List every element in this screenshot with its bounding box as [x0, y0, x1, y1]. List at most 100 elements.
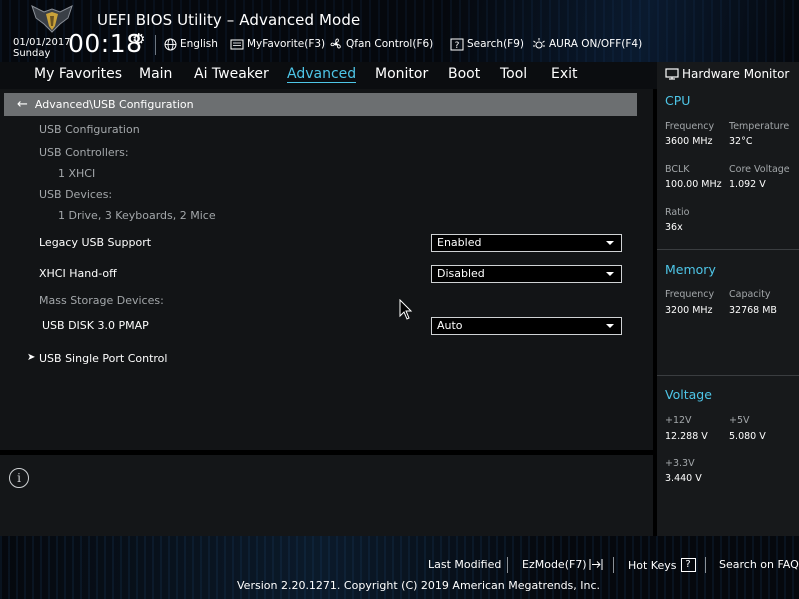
- aura-light-icon: [533, 38, 545, 49]
- search-help-icon: ?: [450, 38, 464, 51]
- version-text: Version 2.20.1271. Copyright (C) 2019 Am…: [237, 579, 601, 592]
- v5-label: +5V: [729, 415, 750, 426]
- hw-divider: [657, 249, 799, 250]
- search-label: Search(F9): [467, 38, 524, 50]
- usb-devices-label: USB Devices:: [39, 188, 113, 201]
- myfavorite-button[interactable]: MyFavorite(F3): [230, 35, 325, 53]
- back-arrow-icon[interactable]: ←: [17, 97, 28, 112]
- xhci-handoff-label[interactable]: XHCI Hand-off: [39, 267, 117, 280]
- search-faq-label: Search on FAQ: [719, 558, 799, 571]
- last-modified-label: Last Modified: [428, 558, 502, 571]
- language-label: English: [180, 38, 218, 50]
- chevron-down-icon: [606, 324, 614, 328]
- svg-text:?: ?: [455, 41, 460, 51]
- ezmode-label: EzMode(F7): [522, 558, 587, 571]
- tab-monitor[interactable]: Monitor: [375, 66, 428, 82]
- qfan-label: Qfan Control(F6): [346, 38, 434, 50]
- memory-capacity-label: Capacity: [729, 289, 771, 300]
- header-divider: [155, 35, 156, 55]
- hot-keys-button[interactable]: Hot Keys ?: [628, 558, 696, 572]
- voltage-heading: Voltage: [665, 387, 712, 402]
- breadcrumb-path: Advanced\USB Configuration: [34, 98, 194, 111]
- usb-disk-value: Auto: [437, 319, 463, 332]
- chevron-down-icon: [606, 241, 614, 245]
- aura-toggle-button[interactable]: AURA ON/OFF(F4): [532, 35, 642, 53]
- usb-controllers-value: 1 XHCI: [58, 167, 96, 180]
- hardware-monitor-title: Hardware Monitor: [665, 67, 789, 81]
- usb-single-port-control-link[interactable]: USB Single Port Control: [39, 352, 167, 365]
- info-icon: i: [9, 468, 29, 488]
- cpu-frequency-value: 3600 MHz: [665, 136, 713, 147]
- ezmode-button[interactable]: EzMode(F7): [522, 558, 603, 571]
- tab-advanced[interactable]: Advanced: [287, 66, 357, 83]
- v12-value: 12.288 V: [665, 431, 708, 442]
- breadcrumb[interactable]: ← Advanced\USB Configuration: [4, 93, 637, 116]
- footer-divider: [507, 557, 508, 573]
- usb-disk-select[interactable]: Auto: [431, 317, 622, 335]
- aura-label: AURA ON/OFF(F4): [549, 38, 643, 50]
- hardware-monitor-title-text: Hardware Monitor: [682, 67, 790, 81]
- tab-my-favorites[interactable]: My Favorites: [34, 66, 122, 82]
- tab-ai-tweaker[interactable]: Ai Tweaker: [194, 66, 269, 82]
- cpu-temperature-value: 32°C: [729, 136, 753, 147]
- fan-icon: [330, 38, 341, 49]
- usb-disk-label[interactable]: USB DISK 3.0 PMAP: [42, 319, 149, 332]
- mass-storage-label: Mass Storage Devices:: [39, 294, 164, 307]
- hw-divider: [657, 375, 799, 376]
- search-faq-button[interactable]: Search on FAQ: [719, 558, 799, 571]
- ratio-label: Ratio: [665, 207, 690, 218]
- core-voltage-value: 1.092 V: [729, 179, 766, 190]
- xhci-handoff-value: Disabled: [437, 267, 485, 280]
- core-voltage-label: Core Voltage: [729, 164, 790, 175]
- v5-value: 5.080 V: [729, 431, 766, 442]
- day-display: Sunday: [13, 48, 51, 59]
- legacy-usb-support-label[interactable]: Legacy USB Support: [39, 236, 151, 249]
- chevron-down-icon: [606, 272, 614, 276]
- help-info-panel: i: [0, 455, 653, 536]
- memory-heading: Memory: [665, 262, 716, 277]
- cpu-heading: CPU: [665, 93, 691, 108]
- language-button[interactable]: English: [164, 35, 218, 53]
- app-title: UEFI BIOS Utility – Advanced Mode: [97, 11, 361, 29]
- last-modified-button[interactable]: Last Modified: [428, 558, 501, 571]
- footer-divider: [705, 557, 706, 573]
- hot-keys-question-icon: ?: [680, 558, 696, 572]
- legacy-usb-support-value: Enabled: [437, 236, 482, 249]
- memory-capacity-value: 32768 MB: [729, 305, 777, 316]
- favorite-folder-icon: [230, 39, 244, 50]
- memory-frequency-label: Frequency: [665, 289, 715, 300]
- tab-tool[interactable]: Tool: [500, 66, 527, 82]
- main-panel: ← Advanced\USB Configuration USB Configu…: [0, 89, 653, 450]
- clock-settings-gear-icon[interactable]: ⚙: [132, 30, 145, 48]
- monitor-icon: [665, 68, 679, 80]
- search-button[interactable]: ? Search(F9): [450, 35, 524, 53]
- cpu-frequency-label: Frequency: [665, 121, 715, 132]
- tab-boot[interactable]: Boot: [448, 66, 480, 82]
- globe-icon: [164, 38, 177, 50]
- memory-frequency-value: 3200 MHz: [665, 305, 713, 316]
- qfan-control-button[interactable]: Qfan Control(F6): [329, 35, 433, 53]
- v12-label: +12V: [665, 415, 692, 426]
- hardware-monitor-panel: Hardware Monitor CPU Frequency Temperatu…: [657, 62, 799, 536]
- cpu-temperature-label: Temperature: [729, 121, 790, 132]
- footer-bar: Last Modified EzMode(F7) Hot Keys ? Sear…: [0, 536, 799, 599]
- footer-divider: [613, 557, 614, 573]
- tab-main[interactable]: Main: [139, 66, 172, 82]
- xhci-handoff-select[interactable]: Disabled: [431, 265, 622, 283]
- legacy-usb-support-select[interactable]: Enabled: [431, 234, 622, 252]
- usb-devices-value: 1 Drive, 3 Keyboards, 2 Mice: [58, 209, 216, 222]
- tab-exit[interactable]: Exit: [551, 66, 578, 82]
- hot-keys-label: Hot Keys: [628, 558, 677, 572]
- usb-configuration-heading: USB Configuration: [39, 123, 140, 136]
- v33-value: 3.440 V: [665, 473, 702, 484]
- date-display: 01/01/2017: [13, 37, 71, 48]
- myfavorite-label: MyFavorite(F3): [247, 38, 326, 50]
- ratio-value: 36x: [665, 222, 683, 233]
- mouse-cursor-icon: [399, 299, 413, 320]
- header-bar: UEFI BIOS Utility – Advanced Mode 01/01/…: [0, 0, 799, 62]
- main-nav: My Favorites Main Ai Tweaker Advanced Mo…: [0, 62, 657, 89]
- bclk-label: BCLK: [665, 164, 690, 175]
- exit-to-ezmode-icon: [589, 559, 603, 570]
- v33-label: +3.3V: [665, 458, 695, 469]
- bclk-value: 100.00 MHz: [665, 179, 722, 190]
